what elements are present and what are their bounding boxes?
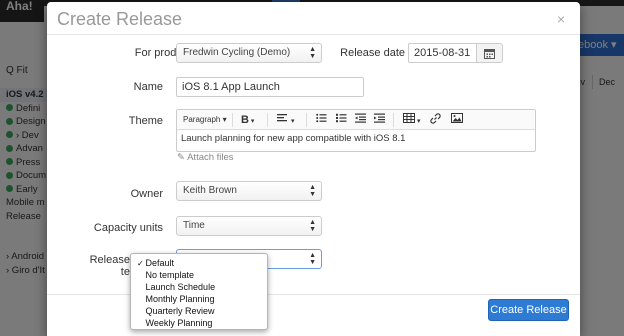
dropdown-option[interactable]: Monthly Planning <box>131 293 267 305</box>
dropdown-option[interactable]: Quarterly Review <box>131 305 267 317</box>
capacity-value: Time <box>183 220 205 231</box>
numbered-list-button[interactable] <box>336 113 347 127</box>
release-date-label: Release date <box>340 47 405 59</box>
theme-label: Theme <box>128 115 163 127</box>
table-button[interactable]: ▾ <box>403 113 420 127</box>
theme-editor[interactable]: Paragraph ▾ B ▾ ▾ ▾ Launch planning for … <box>176 109 536 152</box>
product-select[interactable]: Fredwin Cycling (Demo) ▲ ▼ <box>176 43 322 63</box>
image-icon <box>451 113 463 123</box>
editor-toolbar: Paragraph ▾ B ▾ ▾ ▾ <box>177 110 535 130</box>
editor-content[interactable]: Launch planning for new app compatible w… <box>177 130 535 147</box>
dropdown-option[interactable]: Launch Schedule <box>131 281 267 293</box>
numbered-list-icon <box>336 113 347 123</box>
name-label: Name <box>133 81 163 93</box>
modal-title: Create Release <box>57 9 183 29</box>
capacity-units-select[interactable]: Time ▲ ▼ <box>176 216 322 236</box>
select-arrows-icon: ▲ ▼ <box>309 252 316 266</box>
name-input[interactable]: iOS 8.1 App Launch <box>176 77 364 97</box>
link-icon <box>430 113 441 124</box>
paragraph-dropdown[interactable]: Paragraph ▾ <box>183 113 227 127</box>
paperclip-icon: ✎ <box>177 152 185 163</box>
create-release-button[interactable]: Create Release <box>488 299 569 321</box>
table-icon <box>403 113 415 123</box>
owner-select[interactable]: Keith Brown ▲ ▼ <box>176 181 322 201</box>
bullet-list-icon <box>316 113 327 123</box>
outdent-button[interactable] <box>355 113 366 127</box>
select-arrows-icon: ▲ ▼ <box>309 219 316 233</box>
modal-header: Create Release × <box>47 2 580 35</box>
close-icon[interactable]: × <box>557 11 565 27</box>
owner-value: Keith Brown <box>183 185 237 196</box>
calendar-icon <box>484 48 495 59</box>
release-date-input[interactable]: 2015-08-31 <box>408 43 477 63</box>
select-arrows-icon: ▲ ▼ <box>309 46 316 60</box>
indent-button[interactable] <box>374 113 385 127</box>
link-button[interactable] <box>430 113 441 127</box>
dropdown-option[interactable]: No template <box>131 269 267 281</box>
attach-files-link[interactable]: ✎ Attach files <box>177 152 234 163</box>
product-value: Fredwin Cycling (Demo) <box>183 47 291 58</box>
create-release-modal: Create Release × For product Fredwin Cyc… <box>47 2 580 336</box>
align-button[interactable]: ▾ <box>277 113 294 127</box>
indent-icon <box>374 113 385 123</box>
capacity-units-label: Capacity units <box>93 222 163 234</box>
image-button[interactable] <box>451 113 463 127</box>
select-arrows-icon: ▲ ▼ <box>309 184 316 198</box>
owner-label: Owner <box>130 188 163 200</box>
phase-template-dropdown: ✓ Default No template Launch Schedule Mo… <box>130 253 268 330</box>
dropdown-option[interactable]: ✓ Default <box>131 257 267 269</box>
outdent-icon <box>355 113 366 123</box>
bullet-list-button[interactable] <box>316 113 327 127</box>
bold-button[interactable]: B ▾ <box>241 113 254 127</box>
calendar-button[interactable] <box>476 43 503 63</box>
align-left-icon <box>277 114 287 122</box>
dropdown-option[interactable]: Weekly Planning <box>131 317 267 329</box>
